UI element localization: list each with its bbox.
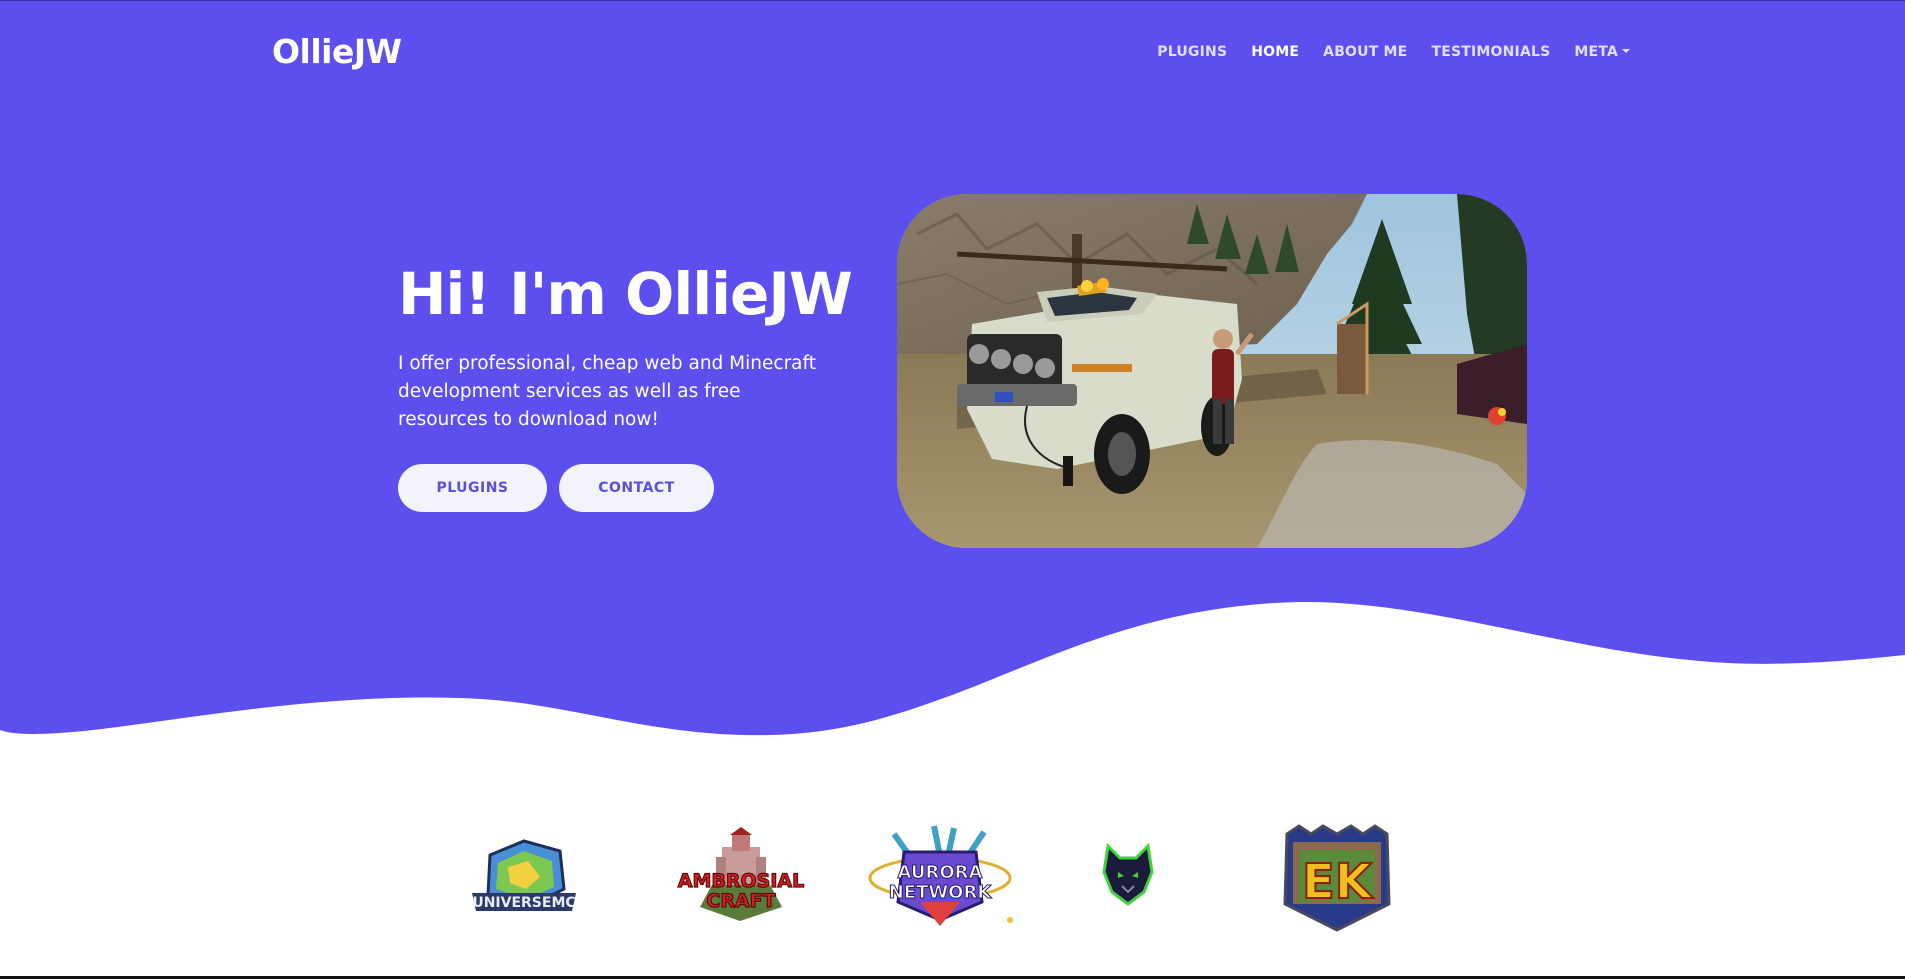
nav-links: PLUGINS HOME ABOUT ME TESTIMONIALS META — [1157, 44, 1630, 60]
ek-logo: EK — [1283, 824, 1391, 932]
ambrosial-logo-line1: AMBROSIAL — [678, 870, 804, 892]
plugins-button[interactable]: PLUGINS — [398, 464, 547, 512]
nav-link-testimonials[interactable]: TESTIMONIALS — [1431, 44, 1550, 60]
universemc-logo-text: UNIVERSEMC — [472, 895, 575, 911]
nav-link-meta-label: META — [1574, 44, 1618, 60]
wolf-logo — [1102, 842, 1154, 906]
ambrosial-craft-logo: AMBROSIAL CRAFT — [677, 827, 805, 921]
aurora-network-logo: AURORA NETWORK — [868, 825, 1013, 926]
aurora-logo-line1: AURORA — [898, 862, 983, 883]
hero-image-truck — [897, 194, 1527, 548]
brand-logo-link[interactable]: OllieJW — [272, 32, 402, 71]
nav-link-meta-dropdown[interactable]: META — [1574, 44, 1630, 60]
nav-link-home[interactable]: HOME — [1251, 44, 1299, 60]
partner-logos-row: UNIVERSEMC AMBROSIAL CRAFT AURORA NETWOR… — [0, 800, 1905, 950]
truck-scene-illustration — [897, 194, 1527, 548]
caret-down-icon — [1622, 49, 1630, 53]
ambrosial-logo-line2: CRAFT — [706, 890, 775, 912]
hero-description: I offer professional, cheap web and Mine… — [398, 353, 816, 430]
nav-link-about-me[interactable]: ABOUT ME — [1323, 44, 1407, 60]
nav-link-plugins[interactable]: PLUGINS — [1157, 44, 1227, 60]
aurora-logo-line2: NETWORK — [889, 882, 993, 903]
ek-logo-text: EK — [1302, 854, 1374, 910]
hero-title: Hi! I'm OllieJW — [398, 260, 853, 328]
universemc-logo: UNIVERSEMC — [472, 839, 576, 911]
navbar: OllieJW PLUGINS HOME ABOUT ME TESTIMONIA… — [0, 0, 1905, 105]
contact-button[interactable]: CONTACT — [559, 464, 714, 512]
